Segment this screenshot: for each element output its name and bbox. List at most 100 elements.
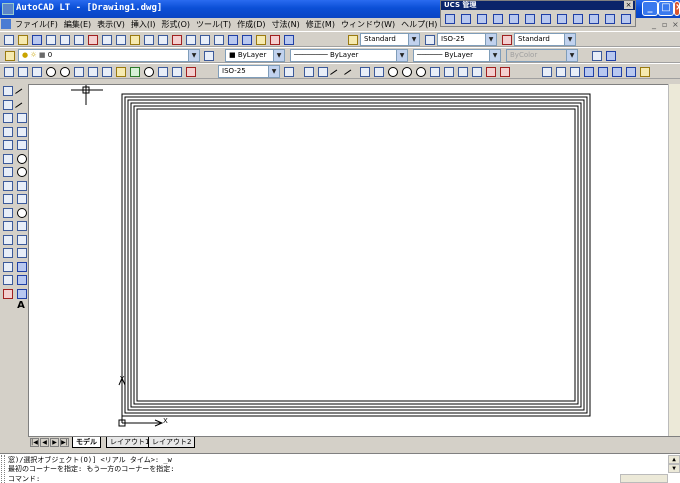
make-block-icon[interactable] bbox=[15, 233, 27, 245]
ucs-toolbar-close-button[interactable]: × bbox=[624, 1, 633, 9]
radius-dimension-icon[interactable] bbox=[44, 65, 56, 77]
menu-view[interactable]: 表示(V) bbox=[94, 18, 128, 31]
viewports-icon[interactable] bbox=[590, 49, 602, 61]
previous-tab-button[interactable]: ◀ bbox=[40, 438, 49, 447]
ucs-face-icon[interactable] bbox=[491, 12, 503, 24]
aligned-dimension-icon[interactable] bbox=[16, 65, 28, 77]
pan-icon[interactable] bbox=[170, 33, 182, 45]
match-properties-icon[interactable] bbox=[128, 33, 140, 45]
dimension-text-edit-icon[interactable] bbox=[170, 65, 182, 77]
snap-tangent-icon[interactable] bbox=[414, 65, 426, 77]
snap-nearest-icon[interactable] bbox=[470, 65, 482, 77]
command-scroll-up-icon[interactable]: ▲ bbox=[668, 455, 680, 464]
vertical-scrollbar[interactable] bbox=[668, 84, 680, 436]
ucs-icon[interactable] bbox=[443, 12, 455, 24]
dim-style-select[interactable]: ISO-25 ▼ bbox=[437, 33, 497, 46]
ucs-previous-icon[interactable] bbox=[475, 12, 487, 24]
text-style-manager-icon[interactable] bbox=[596, 65, 608, 77]
scale-text-icon[interactable] bbox=[610, 65, 622, 77]
copy-icon[interactable] bbox=[100, 33, 112, 45]
continue-dimension-icon[interactable] bbox=[100, 65, 112, 77]
menu-draw[interactable]: 作成(D) bbox=[234, 18, 268, 31]
construction-line-icon[interactable] bbox=[15, 98, 27, 110]
snap-perpendicular-icon[interactable] bbox=[428, 65, 440, 77]
osnap-settings-icon[interactable] bbox=[498, 65, 510, 77]
publish-icon[interactable] bbox=[72, 33, 84, 45]
menu-tools[interactable]: ツール(T) bbox=[193, 18, 234, 31]
command-prompt[interactable]: コマンド: bbox=[8, 474, 40, 483]
close-button[interactable]: × bbox=[674, 1, 680, 16]
drawing-canvas[interactable]: Y X bbox=[28, 84, 680, 436]
snap-intersection-icon[interactable] bbox=[358, 65, 370, 77]
layer-select[interactable]: ● ☼ ■ 0 ▼ bbox=[18, 49, 200, 62]
snap-parallel-icon[interactable] bbox=[442, 65, 454, 77]
table-icon[interactable] bbox=[15, 287, 27, 299]
chamfer-icon[interactable] bbox=[1, 260, 13, 272]
polyline-icon[interactable] bbox=[15, 111, 27, 123]
lineweight-select[interactable]: ────── ByLayer ▼ bbox=[413, 49, 501, 62]
make-object-layer-current-icon[interactable] bbox=[202, 49, 214, 61]
diameter-dimension-icon[interactable] bbox=[58, 65, 70, 77]
menu-dimension[interactable]: 寸法(N) bbox=[269, 18, 303, 31]
offset-icon[interactable] bbox=[1, 125, 13, 137]
tool-palettes-icon[interactable] bbox=[254, 33, 266, 45]
snap-from-icon[interactable] bbox=[316, 65, 328, 77]
dimension-edit-icon[interactable] bbox=[156, 65, 168, 77]
maximize-button[interactable]: □ bbox=[658, 1, 674, 16]
spline-icon[interactable] bbox=[15, 192, 27, 204]
baseline-dimension-icon[interactable] bbox=[86, 65, 98, 77]
save-icon[interactable] bbox=[30, 33, 42, 45]
join-icon[interactable] bbox=[1, 246, 13, 258]
menu-help[interactable]: ヘルプ(H) bbox=[398, 18, 440, 31]
stretch-icon[interactable] bbox=[1, 192, 13, 204]
text-edit-icon[interactable] bbox=[568, 65, 580, 77]
properties-icon[interactable] bbox=[226, 33, 238, 45]
menu-insert[interactable]: 挿入(I) bbox=[128, 18, 159, 31]
snap-quadrant-icon[interactable] bbox=[400, 65, 412, 77]
print-icon[interactable] bbox=[44, 33, 56, 45]
command-line-grip[interactable] bbox=[1, 455, 5, 483]
rectangle-icon[interactable] bbox=[15, 138, 27, 150]
paste-icon[interactable] bbox=[114, 33, 126, 45]
center-mark-icon[interactable] bbox=[142, 65, 154, 77]
linetype-select[interactable]: ──────── ByLayer ▼ bbox=[290, 49, 408, 62]
tab-model[interactable]: モデル bbox=[72, 437, 101, 448]
justify-text-icon[interactable] bbox=[624, 65, 636, 77]
ucs-view-icon[interactable] bbox=[523, 12, 535, 24]
menu-window[interactable]: ウィンドウ(W) bbox=[338, 18, 398, 31]
ucs-toolbar-title[interactable]: UCS 管理 bbox=[441, 1, 635, 10]
single-line-text-icon[interactable] bbox=[554, 65, 566, 77]
command-line-window[interactable]: 窓)/選択オブジェクト(O)] <リアル タイム>: _w 最初のコーナーを指定… bbox=[0, 453, 680, 483]
text-style-select[interactable]: Standard ▼ bbox=[360, 33, 420, 46]
open-icon[interactable] bbox=[16, 33, 28, 45]
document-icon[interactable] bbox=[1, 19, 11, 29]
tab-layout1[interactable]: レイアウト1 bbox=[106, 437, 154, 448]
snap-node-icon[interactable] bbox=[456, 65, 468, 77]
polygon-icon[interactable] bbox=[15, 125, 27, 137]
explode-icon[interactable] bbox=[1, 287, 13, 299]
snap-apparent-intersection-icon[interactable] bbox=[372, 65, 384, 77]
multiline-text-icon[interactable] bbox=[540, 65, 552, 77]
copy-object-icon[interactable] bbox=[1, 98, 13, 110]
linear-dimension-icon[interactable] bbox=[2, 65, 14, 77]
table-style-select[interactable]: Standard ▼ bbox=[514, 33, 576, 46]
ucs-z-axis-icon[interactable] bbox=[555, 12, 567, 24]
redo-icon[interactable] bbox=[156, 33, 168, 45]
tab-layout2[interactable]: レイアウト2 bbox=[148, 437, 196, 448]
find-replace-icon[interactable] bbox=[582, 65, 594, 77]
quick-leader-icon[interactable] bbox=[114, 65, 126, 77]
move-icon[interactable] bbox=[1, 152, 13, 164]
doc-close-button[interactable]: × bbox=[672, 20, 679, 29]
markup-icon[interactable] bbox=[268, 33, 280, 45]
command-horizontal-scrollbar[interactable] bbox=[620, 474, 668, 483]
ucs-world-icon[interactable] bbox=[459, 12, 471, 24]
rotate-icon[interactable] bbox=[1, 165, 13, 177]
ucs-origin-icon[interactable] bbox=[539, 12, 551, 24]
dimension-style-select[interactable]: ISO-25 ▼ bbox=[218, 65, 280, 78]
color-select[interactable]: ■ ByLayer ▼ bbox=[225, 49, 285, 62]
snap-center-icon[interactable] bbox=[386, 65, 398, 77]
doc-minimize-button[interactable]: _ bbox=[652, 20, 656, 29]
cut-icon[interactable] bbox=[86, 33, 98, 45]
zoom-realtime-icon[interactable] bbox=[184, 33, 196, 45]
fillet-icon[interactable] bbox=[1, 273, 13, 285]
